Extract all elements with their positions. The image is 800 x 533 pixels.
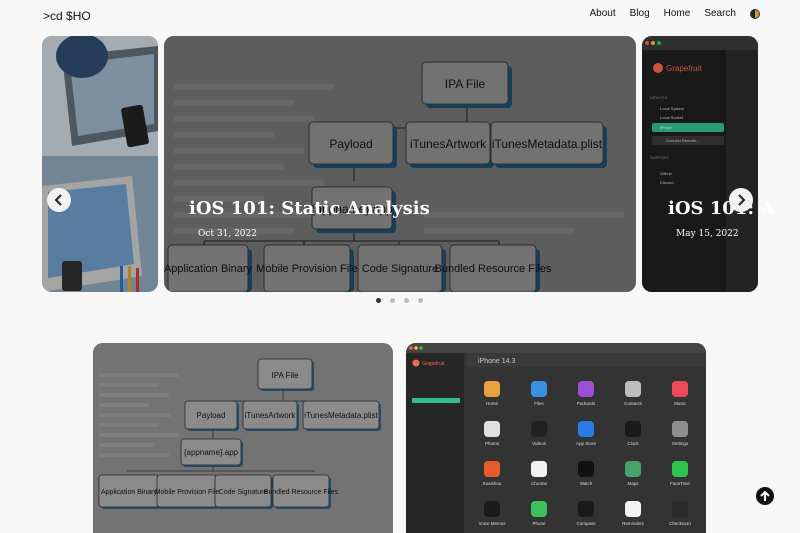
carousel-pagination [376, 298, 423, 303]
app-label: FaceTime [670, 481, 690, 486]
slide-overlay [164, 36, 636, 292]
app-label: Photos [485, 441, 500, 446]
app-label: Settings [672, 441, 689, 446]
nav-search-link[interactable]: Search [704, 8, 736, 19]
app-label: Files [534, 401, 544, 406]
slide-overlay [42, 36, 158, 292]
chevron-left-icon [54, 194, 62, 206]
card-device-title: iPhone 14.3 [478, 358, 515, 365]
app-icon [531, 501, 547, 517]
scroll-to-top-button[interactable] [756, 487, 774, 505]
card-diagram-provision: Mobile Provision File [155, 489, 220, 496]
carousel-dot[interactable] [404, 298, 409, 303]
card-diagram-itunesartwork: iTunesArtwork [245, 411, 297, 420]
app-label: Compass [576, 521, 596, 526]
app-icon [531, 381, 547, 397]
card-diagram-payload: Payload [197, 411, 226, 420]
card-diagram-root: IPA File [272, 371, 300, 380]
app-icon [672, 381, 688, 397]
main-nav: About Blog Home Search [589, 8, 760, 19]
carousel-slide-next[interactable]: Grapefruit DEVICES Local System Local So… [642, 36, 758, 292]
carousel-dot[interactable] [376, 298, 381, 303]
app-label: Watch [580, 481, 593, 486]
slide-date: Oct 31, 2022 [198, 229, 257, 239]
app-icon [672, 421, 688, 437]
app-icon [672, 501, 688, 517]
app-label: Videos [532, 441, 546, 446]
app-label: Chrome [531, 481, 548, 486]
nav-about-link[interactable]: About [589, 8, 615, 19]
carousel-slide-active[interactable]: IPA File Payload iTunesArtwork iTunesMet… [164, 36, 636, 292]
app-icon [625, 461, 641, 477]
post-card-static-analysis[interactable]: IPA File Payload iTunesArtwork iTunesMet… [93, 343, 393, 533]
carousel-prev-button[interactable] [47, 188, 71, 212]
app-icon [625, 501, 641, 517]
carousel-slide-previous[interactable] [42, 36, 158, 292]
next-slide-title[interactable]: iOS 101: A [668, 198, 774, 219]
app-icon [625, 421, 641, 437]
carousel-dot[interactable] [418, 298, 423, 303]
theme-toggle-icon[interactable] [750, 8, 760, 19]
app-icon [578, 421, 594, 437]
app-icon [484, 381, 500, 397]
nav-blog-link[interactable]: Blog [630, 8, 650, 19]
app-label: Home [486, 401, 499, 406]
app-label: Checkra1n [669, 521, 691, 526]
app-label: Phone [532, 521, 546, 526]
app-label: Contacts [624, 401, 643, 406]
app-label: Maps [627, 481, 639, 486]
app-icon [578, 381, 594, 397]
app-icon [578, 501, 594, 517]
app-icon [625, 381, 641, 397]
app-icon [531, 421, 547, 437]
slide-title[interactable]: iOS 101: Static Analysis [189, 198, 430, 219]
carousel-dot[interactable] [390, 298, 395, 303]
app-icon [531, 461, 547, 477]
card-diagram-resources: Bundled Resource Files [264, 489, 339, 496]
card-diagram-metadata: iTunesMetadata.plist [304, 411, 378, 420]
app-label: Music [674, 401, 687, 406]
site-logo[interactable]: >cd $HO [43, 9, 91, 23]
app-label: App Store [576, 441, 597, 446]
app-label: Reminders [622, 521, 645, 526]
app-label: Podcasts [577, 401, 596, 406]
next-slide-date: May 15, 2022 [676, 229, 739, 239]
post-card-grapefruit[interactable]: Grapefruit iPhone 14.3 Home Files Podcasts… [406, 343, 706, 533]
carousel-next-button[interactable] [729, 188, 753, 212]
app-icon [578, 461, 594, 477]
post-thumbnail-grapefruit: Grapefruit iPhone 14.3 Home Files Podcasts… [406, 343, 706, 533]
app-icon [484, 501, 500, 517]
chevron-right-icon [738, 194, 746, 206]
card-diagram-binary: Application Binary [101, 489, 158, 496]
card-grapefruit-name: Grapefruit [422, 361, 445, 367]
app-label: Clock [627, 441, 639, 446]
featured-carousel: IPA File Payload iTunesArtwork iTunesMet… [0, 36, 800, 292]
arrow-up-icon [760, 490, 770, 501]
card-diagram-signature: Code Signature [219, 489, 268, 496]
app-label: Voice Memos [478, 521, 506, 526]
app-icon [484, 461, 500, 477]
post-thumbnail-diagram: IPA File Payload iTunesArtwork iTunesMet… [93, 343, 393, 533]
app-label: Kuaishou [483, 481, 502, 486]
card-diagram-appname: {appname}.app [184, 448, 239, 457]
app-icon [672, 461, 688, 477]
app-icon [484, 421, 500, 437]
slide-overlay [642, 36, 758, 292]
site-header: >cd $HO About Blog Home Search [0, 0, 800, 34]
nav-home-link[interactable]: Home [664, 8, 691, 19]
